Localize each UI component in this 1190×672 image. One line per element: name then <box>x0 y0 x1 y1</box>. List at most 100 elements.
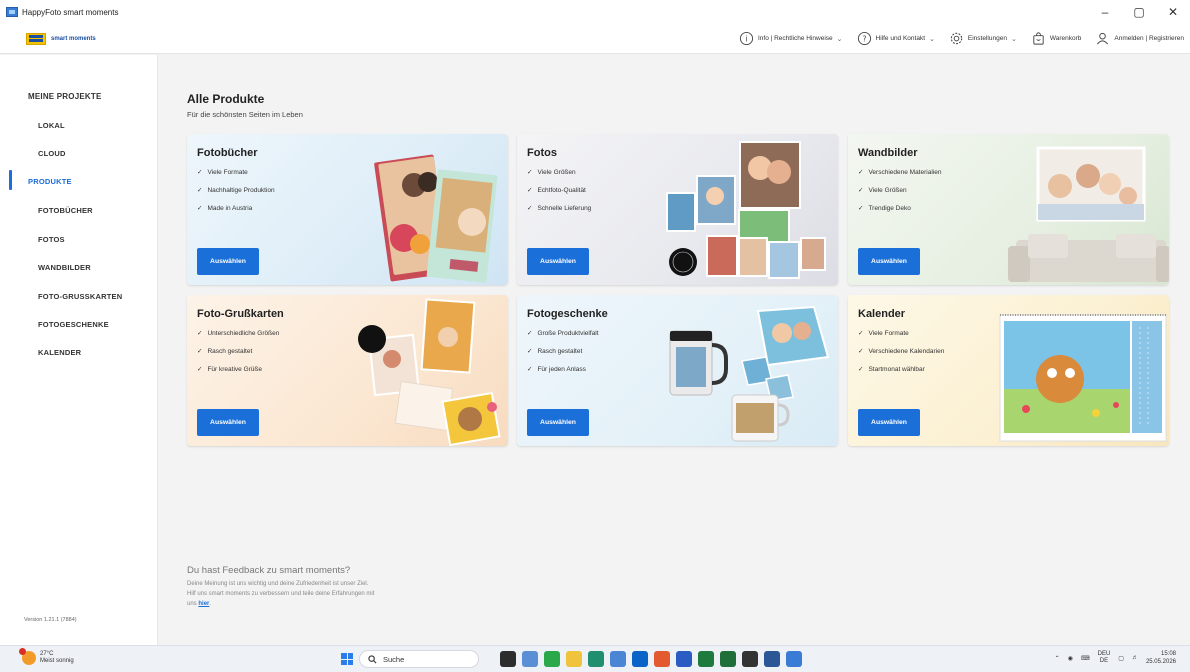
task-view-icon[interactable] <box>500 651 516 667</box>
feature-item: Für jeden Anlass <box>527 365 599 383</box>
sidebar-item-cloud[interactable]: CLOUD <box>38 149 66 158</box>
svg-text:?: ? <box>862 34 866 43</box>
app-icon[interactable] <box>610 651 626 667</box>
app-icon[interactable] <box>544 651 560 667</box>
app-icon[interactable] <box>698 651 714 667</box>
sidebar-item-kalender[interactable]: KALENDER <box>38 348 81 357</box>
window-titlebar: HappyFoto smart moments – ▢ ✕ <box>0 0 1190 24</box>
app-icon[interactable] <box>522 651 538 667</box>
cart-icon <box>1033 32 1044 45</box>
happyfoto-app-icon[interactable] <box>786 651 802 667</box>
page-title: Alle Produkte <box>187 92 265 106</box>
search-icon <box>368 654 377 663</box>
select-button[interactable]: Auswählen <box>858 409 920 436</box>
product-card-fotobuecher[interactable]: Fotobücher Viele Formate Nachhaltige Pro… <box>187 134 508 285</box>
feature-item: Viele Formate <box>197 168 275 186</box>
feature-item: Große Produktvielfalt <box>527 329 598 347</box>
app-icon[interactable] <box>676 651 692 667</box>
app-icon[interactable] <box>742 651 758 667</box>
sidebar-item-wandbilder[interactable]: WANDBILDER <box>38 263 91 272</box>
feature-item: Schnelle Lieferung <box>527 204 591 222</box>
sidebar-item-fotobuecher[interactable]: FOTOBÜCHER <box>38 206 93 215</box>
chevron-down-icon: ⌄ <box>836 35 843 43</box>
info-icon: i <box>739 31 754 46</box>
feedback-line: uns <box>187 601 197 607</box>
app-icon <box>6 7 18 17</box>
product-card-wandbilder[interactable]: Wandbilder Verschiedene Materialien Viel… <box>848 134 1169 285</box>
feedback-text: Deine Meinung ist uns wichtig und deine … <box>187 579 457 609</box>
nav-help[interactable]: ? Hilfe und Kontakt ⌄ <box>857 31 935 46</box>
app-icon[interactable] <box>654 651 670 667</box>
help-icon: ? <box>857 31 871 46</box>
clock-time: 15:08 <box>1160 651 1176 657</box>
app-icon[interactable] <box>632 651 648 667</box>
excel-icon[interactable] <box>720 651 736 667</box>
weather-widget[interactable]: 27°C Meist sonnig <box>19 648 74 665</box>
sidebar-section-meine-projekte[interactable]: MEINE PROJEKTE <box>28 92 101 101</box>
word-icon[interactable] <box>764 651 780 667</box>
sidebar-item-foto-grusskarten[interactable]: FOTO-GRUSSKARTEN <box>38 292 122 301</box>
feature-list: Große Produktvielfalt Rasch gestaltet Fü… <box>527 329 599 383</box>
select-button[interactable]: Auswählen <box>197 248 259 275</box>
select-button[interactable]: Auswählen <box>527 248 589 275</box>
speaker-icon[interactable]: ♬ <box>1132 655 1138 661</box>
feature-item: Verschiedene Kalendarien <box>858 347 944 365</box>
close-button[interactable]: ✕ <box>1156 5 1190 19</box>
sidebar-item-lokal[interactable]: LOKAL <box>38 121 65 130</box>
product-card-foto-grusskarten[interactable]: Foto-Grußkarten Unterschiedliche Größen … <box>187 295 508 446</box>
keyboard-icon[interactable]: ⌨ <box>1081 655 1090 662</box>
nav-info[interactable]: i Info | Rechtliche Hinweise ⌄ <box>739 31 843 46</box>
nav-login[interactable]: Anmelden | Registrieren <box>1095 31 1184 46</box>
search-label: Suche <box>383 654 405 664</box>
edge-icon[interactable] <box>588 651 604 667</box>
gear-icon <box>950 32 963 45</box>
version-label: Version 1.21.1 (7884) <box>24 617 77 623</box>
product-card-kalender[interactable]: Kalender Viele Formate Verschiedene Kale… <box>848 295 1169 446</box>
select-button[interactable]: Auswählen <box>527 409 589 436</box>
feature-item: Rasch gestaltet <box>527 347 599 365</box>
chevron-up-icon[interactable]: ⌃ <box>1055 655 1060 662</box>
feedback-line-end: . <box>209 601 212 607</box>
clock[interactable]: 15:08 25.05.2026 <box>1146 650 1176 666</box>
maximize-button[interactable]: ▢ <box>1122 5 1156 19</box>
language-indicator[interactable]: DEU DE <box>1098 651 1111 665</box>
taskbar: 27°C Meist sonnig Suche ⌃ ◉ ⌨ DEU DE ▢ ♬ <box>0 645 1190 672</box>
card-title: Fotos <box>527 147 557 159</box>
nav-settings[interactable]: Einstellungen ⌄ <box>949 31 1017 46</box>
select-button[interactable]: Auswählen <box>197 409 259 436</box>
nav-help-label: Hilfe und Kontakt <box>875 35 926 42</box>
product-card-fotos[interactable]: Fotos Viele Größen Echtfoto-Qualität Sch… <box>517 134 838 285</box>
system-tray: ⌃ ◉ ⌨ DEU DE ▢ ♬ 15:08 25.05.2026 <box>1055 650 1176 666</box>
chevron-down-icon: ⌄ <box>1010 35 1017 43</box>
logo-mark-icon <box>26 32 46 45</box>
feedback-line: Deine Meinung ist uns wichtig und deine … <box>187 581 369 587</box>
nav-cart[interactable]: Warenkorb <box>1031 31 1082 46</box>
feature-item: Für kreative Grüße <box>197 365 279 383</box>
sidebar-item-produkte[interactable]: PRODUKTE <box>28 177 72 186</box>
monitor-icon[interactable]: ▢ <box>1118 655 1124 662</box>
file-explorer-icon[interactable] <box>566 651 582 667</box>
taskbar-search[interactable]: Suche <box>359 650 479 668</box>
feature-item: Rasch gestaltet <box>197 347 279 365</box>
sun-icon <box>19 648 36 665</box>
sidebar-item-fotos[interactable]: FOTOS <box>38 235 65 244</box>
minimize-button[interactable]: – <box>1088 5 1122 19</box>
select-button[interactable]: Auswählen <box>858 248 920 275</box>
feature-item: Startmonat wählbar <box>858 365 944 383</box>
windows-start-icon[interactable] <box>341 653 353 665</box>
feature-item: Nachhaltige Produktion <box>197 186 274 204</box>
nav-cart-label: Warenkorb <box>1049 35 1082 42</box>
feature-item: Made in Austria <box>197 204 275 222</box>
lang-bottom: DE <box>1099 658 1109 664</box>
chevron-down-icon: ⌄ <box>929 35 935 43</box>
network-icon[interactable]: ◉ <box>1068 655 1073 662</box>
page-subtitle: Für die schönsten Seiten im Leben <box>187 110 303 119</box>
sidebar-item-fotogeschenke[interactable]: FOTOGESCHENKE <box>38 320 109 329</box>
feature-list: Viele Formate Verschiedene Kalendarien S… <box>858 329 944 383</box>
happyfoto-logo[interactable]: smart moments <box>26 32 96 45</box>
product-card-fotogeschenke[interactable]: Fotogeschenke Große Produktvielfalt Rasc… <box>517 295 838 446</box>
clock-date: 25.05.2026 <box>1145 659 1176 665</box>
feedback-link[interactable]: hier <box>198 601 209 607</box>
card-title: Fotobücher <box>197 147 258 159</box>
feature-item: Trendige Deko <box>858 204 941 222</box>
